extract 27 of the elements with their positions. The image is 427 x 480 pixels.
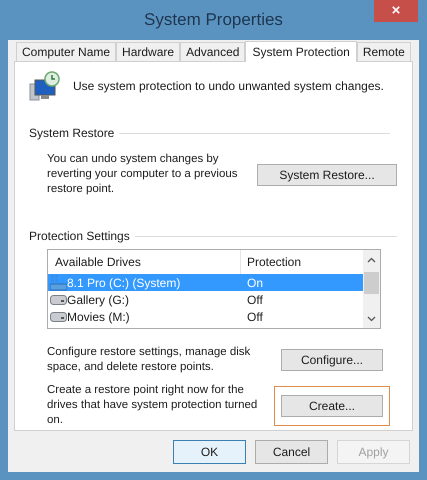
tab[interactable]: Computer Name <box>16 42 116 61</box>
description-text: Configure restore settings, manage disk space, and delete restore points. <box>47 345 252 375</box>
dialog-button[interactable]: OK <box>173 440 246 464</box>
description-text: Create a restore point right now for the drives that have system protection turned on. <box>47 383 258 428</box>
tab[interactable]: Remote <box>356 42 411 61</box>
drive-row[interactable]: Gallery (G:) Off <box>48 291 363 308</box>
create-button[interactable]: Create... <box>281 394 383 416</box>
group-heading: System Restore <box>29 125 114 142</box>
tab[interactable]: System Protection <box>245 41 357 62</box>
protection-status: On <box>246 274 264 292</box>
tab[interactable]: Hardware <box>116 42 180 61</box>
system-restore-button[interactable]: System Restore... <box>257 164 397 186</box>
column-header[interactable]: Protection <box>241 253 363 271</box>
tab[interactable]: Advanced <box>180 42 246 61</box>
protection-status: Off <box>246 308 264 326</box>
drive-name: 8.1 Pro (C:) (System) <box>67 274 182 292</box>
configure-button[interactable]: Configure... <box>281 349 383 371</box>
drive-name: Movies (M:) <box>67 308 131 326</box>
drive-row[interactable]: Movies (M:) Off <box>48 308 363 325</box>
description-text: Use system protection to undo unwanted system changes. <box>73 78 384 95</box>
protection-status: Off <box>246 292 264 308</box>
description-text: You can undo system changes by reverting your computer to a previous restore point. <box>47 152 238 197</box>
close-button[interactable]: × <box>374 0 418 22</box>
drive-name: Gallery (G:) <box>67 292 130 308</box>
group-heading: Protection Settings <box>29 228 130 245</box>
window-title: System Properties <box>144 9 283 32</box>
dialog-button[interactable]: Cancel <box>255 440 328 464</box>
